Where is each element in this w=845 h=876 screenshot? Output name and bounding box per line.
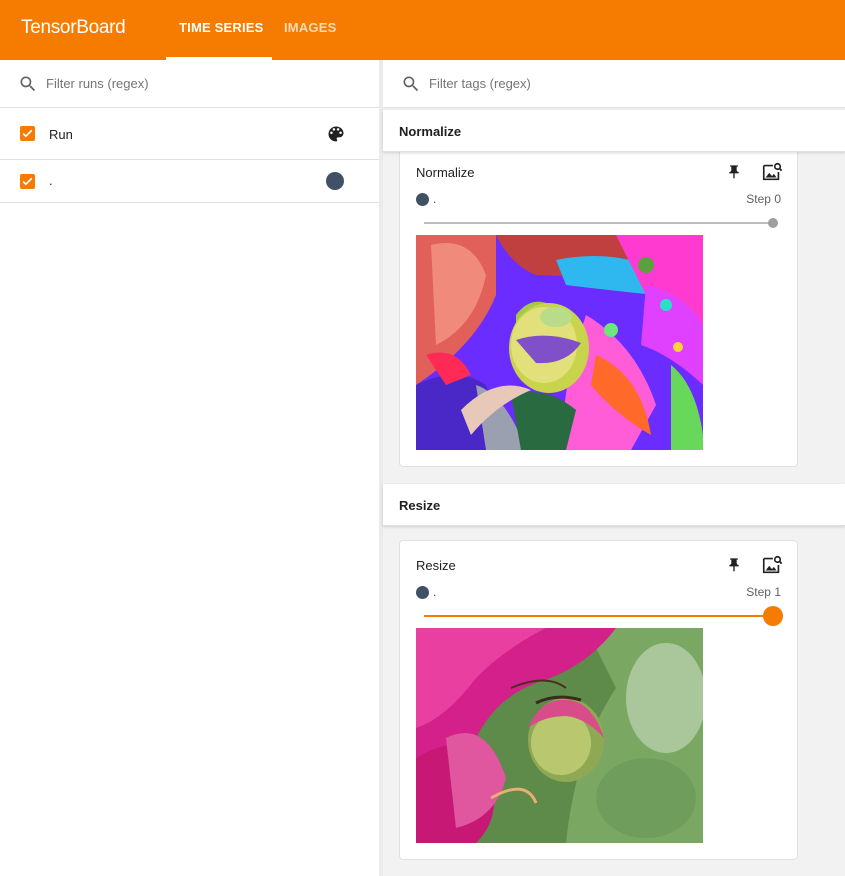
runs-filter <box>0 60 379 108</box>
step-label: Step 1 <box>746 585 781 599</box>
image-card-resize: Resize . Step 1 <box>399 540 798 860</box>
resized-image <box>416 628 703 843</box>
pin-icon[interactable] <box>726 164 742 180</box>
step-slider-thumb[interactable] <box>763 606 783 626</box>
runs-header-label: Run <box>49 127 73 142</box>
group-title: Resize <box>399 498 441 513</box>
step-slider-thumb[interactable] <box>768 218 778 228</box>
run-color-dot <box>416 586 429 599</box>
run-checkbox[interactable] <box>20 174 35 189</box>
tab-images[interactable]: IMAGES <box>284 20 336 35</box>
group-header-normalize[interactable]: Normalize <box>383 110 845 152</box>
palette-icon[interactable] <box>326 124 346 144</box>
run-color-dot <box>416 193 429 206</box>
runs-panel: Run . <box>0 60 379 876</box>
card-title: Normalize <box>416 165 475 180</box>
fullsize-icon[interactable] <box>761 554 783 576</box>
tags-panel: Normalize . Step 0 <box>383 60 845 876</box>
checkbox-icon <box>22 129 33 138</box>
runs-header-row: Run <box>0 109 379 160</box>
select-all-checkbox[interactable] <box>20 126 35 141</box>
fullsize-icon[interactable] <box>761 161 783 183</box>
card-title: Resize <box>416 558 456 573</box>
tab-time-series[interactable]: TIME SERIES <box>179 20 264 35</box>
image-card-normalize: Normalize . Step 0 <box>399 147 798 467</box>
card-run-label: . <box>433 192 437 206</box>
run-label: . <box>49 173 53 188</box>
step-label: Step 0 <box>746 192 781 206</box>
normalized-image <box>416 235 703 450</box>
group-header-resize[interactable]: Resize <box>383 484 845 526</box>
step-slider[interactable] <box>424 615 772 617</box>
search-icon <box>403 76 419 91</box>
card-run-label: . <box>433 585 437 599</box>
tags-filter-input[interactable] <box>429 76 709 91</box>
tags-filter <box>383 60 845 108</box>
search-icon <box>20 76 36 91</box>
runs-filter-input[interactable] <box>46 76 326 91</box>
run-row[interactable]: . <box>0 160 379 203</box>
app-brand: TensorBoard <box>21 17 126 38</box>
step-slider[interactable] <box>424 222 772 224</box>
group-title: Normalize <box>399 124 462 139</box>
top-bar: TensorBoard TIME SERIES IMAGES <box>0 0 845 60</box>
run-color-swatch[interactable] <box>326 172 344 190</box>
checkbox-icon <box>22 177 33 186</box>
pin-icon[interactable] <box>726 557 742 573</box>
